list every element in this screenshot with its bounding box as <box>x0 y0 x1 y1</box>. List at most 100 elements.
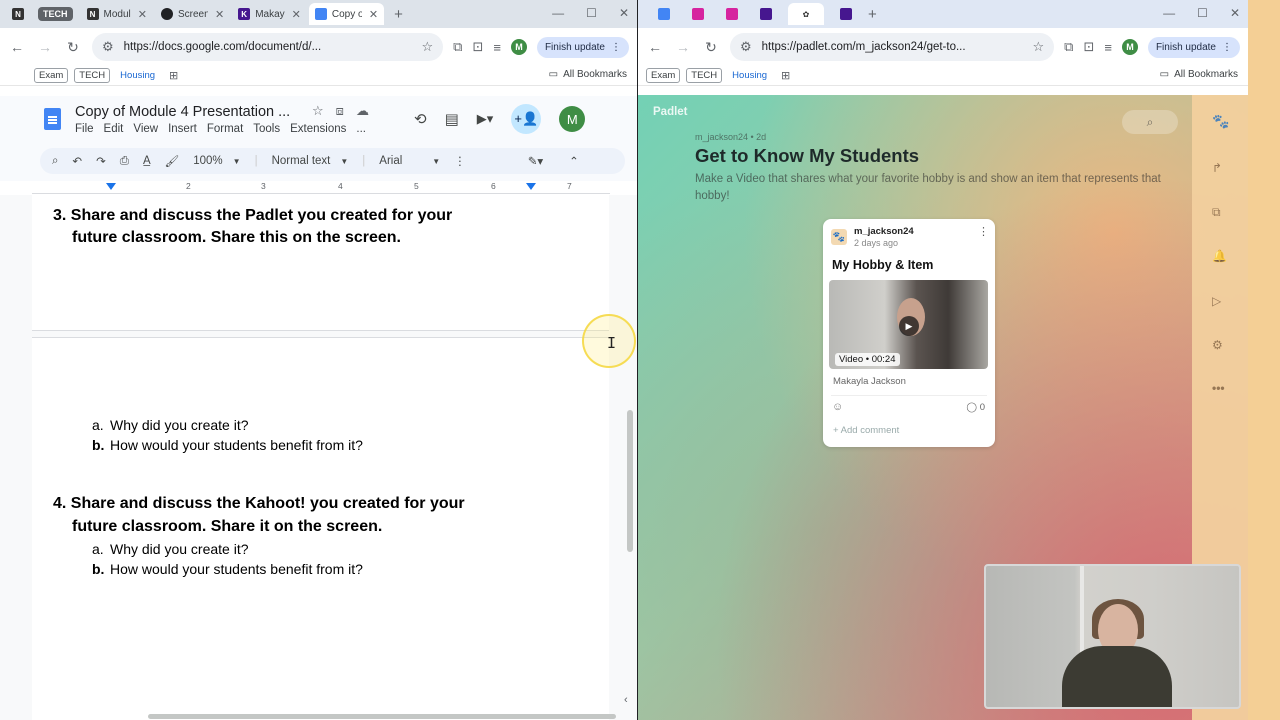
all-bookmarks[interactable]: ▭ All Bookmarks <box>1160 69 1238 80</box>
maximize-icon[interactable]: ☐ <box>1197 6 1208 20</box>
chevron-left-icon[interactable]: ‹ <box>624 694 628 706</box>
slideshow-icon[interactable]: ▷ <box>1212 294 1221 308</box>
menu-insert[interactable]: Insert <box>168 123 197 135</box>
media-icon[interactable]: ≡ <box>493 40 501 55</box>
paint-format-icon[interactable]: 🖌 <box>165 154 180 168</box>
horizontal-scrollbar[interactable] <box>148 714 616 719</box>
screenshot-icon[interactable]: ⊡ <box>1083 39 1094 55</box>
menu-view[interactable]: View <box>133 123 158 135</box>
new-tab-button[interactable]: + <box>868 6 877 23</box>
all-bookmarks[interactable]: ▭ All Bookmarks <box>549 69 627 80</box>
apps-grid-icon[interactable]: ⊞ <box>781 69 790 82</box>
finish-update-button[interactable]: Finish update ⋮ <box>536 36 629 58</box>
horizontal-ruler[interactable]: 2 3 4 5 6 7 <box>32 180 610 194</box>
padlet-post[interactable]: 🐾 m_jackson24 2 days ago ⋮ My Hobby & It… <box>823 219 995 447</box>
spellcheck-icon[interactable]: A̲ <box>143 155 151 167</box>
tab-screencast[interactable]: Screen ✕ <box>155 3 230 25</box>
tab-instagram[interactable] <box>686 3 710 25</box>
tab-notion[interactable]: N <box>6 3 30 25</box>
document-title[interactable]: Copy of Module 4 Presentation ... <box>75 104 290 120</box>
font-select[interactable]: Arial ▼ <box>379 155 440 167</box>
post-menu-icon[interactable]: ⋮ <box>978 225 989 238</box>
share-icon[interactable]: ↱ <box>1212 161 1222 175</box>
tab-instagram-2[interactable] <box>720 3 744 25</box>
minimize-icon[interactable]: — <box>1163 6 1175 20</box>
site-settings-icon[interactable]: ⚙ <box>102 39 114 55</box>
address-bar[interactable]: ⚙ https://padlet.com/m_jackson24/get-to.… <box>730 33 1055 61</box>
profile-avatar[interactable]: M <box>1121 39 1138 55</box>
zoom-select[interactable]: 100% ▼ <box>193 155 240 167</box>
extensions-icon[interactable]: ⧉ <box>453 39 462 55</box>
tab-kahoot[interactable]: K Makay ✕ <box>232 3 307 25</box>
close-icon[interactable]: ✕ <box>138 8 147 21</box>
tab-module[interactable]: N Modul ✕ <box>81 3 153 25</box>
bookmark-housing[interactable]: Housing <box>116 69 159 82</box>
close-window-icon[interactable]: ✕ <box>619 6 629 20</box>
comment-count[interactable]: ◯ 0 <box>966 402 985 413</box>
left-indent-marker[interactable] <box>106 183 116 190</box>
back-icon[interactable]: ← <box>8 39 26 55</box>
style-select[interactable]: Normal text ▼ <box>272 155 349 167</box>
tab-kahoot[interactable] <box>754 3 778 25</box>
bell-icon[interactable]: 🔔 <box>1212 249 1227 263</box>
collapse-menus-icon[interactable]: ⌃ <box>569 154 579 168</box>
profile-avatar[interactable]: M <box>510 39 527 55</box>
reload-icon[interactable]: ↻ <box>64 39 82 56</box>
undo-icon[interactable]: ↶ <box>72 154 82 168</box>
account-avatar[interactable]: M <box>559 106 586 132</box>
menu-more[interactable]: ... <box>356 123 366 135</box>
print-icon[interactable]: ⎙ <box>120 155 129 168</box>
comments-icon[interactable]: ▤ <box>445 110 459 128</box>
menu-edit[interactable]: Edit <box>104 123 124 135</box>
move-folder-icon[interactable]: ⧈ <box>336 103 344 119</box>
minimize-icon[interactable]: — <box>552 6 564 20</box>
padlet-search-button[interactable]: ⌕ <box>1122 110 1178 134</box>
star-icon[interactable]: ☆ <box>312 103 324 119</box>
bookmark-exam[interactable]: Exam <box>34 68 69 83</box>
tab-kahoot-2[interactable] <box>834 3 858 25</box>
menu-tools[interactable]: Tools <box>253 123 280 135</box>
maximize-icon[interactable]: ☐ <box>586 6 597 20</box>
finish-update-button[interactable]: Finish update ⋮ <box>1147 36 1240 58</box>
vertical-scrollbar[interactable] <box>627 410 633 552</box>
cloud-status-icon[interactable]: ☁ <box>356 103 369 119</box>
redo-icon[interactable]: ↷ <box>96 154 106 168</box>
media-icon[interactable]: ≡ <box>1104 40 1112 55</box>
tab-docs[interactable] <box>652 3 676 25</box>
apps-grid-icon[interactable]: ⊞ <box>169 69 178 82</box>
tab-tech[interactable]: TECH <box>32 3 79 25</box>
menu-extensions[interactable]: Extensions <box>290 123 346 135</box>
new-tab-button[interactable]: + <box>394 6 403 23</box>
add-reaction-icon[interactable]: ☺ <box>832 401 843 413</box>
padlet-avatar-icon[interactable]: 🐾 <box>1212 113 1229 130</box>
document-page[interactable]: a. Why did you create it? b. How would you… <box>32 337 609 720</box>
address-bar[interactable]: ⚙ https://docs.google.com/document/d/...… <box>92 33 444 61</box>
play-icon[interactable]: ▶ <box>899 316 919 336</box>
close-window-icon[interactable]: ✕ <box>1230 6 1240 20</box>
bookmark-tech[interactable]: TECH <box>74 68 111 83</box>
right-indent-marker[interactable] <box>526 183 536 190</box>
bookmark-housing[interactable]: Housing <box>728 69 771 82</box>
share-button[interactable]: +👤 <box>511 104 542 134</box>
docs-logo-icon[interactable] <box>44 108 61 130</box>
close-icon[interactable]: ✕ <box>369 8 378 21</box>
add-comment-input[interactable]: + Add comment <box>833 425 899 436</box>
tab-padlet[interactable]: ✿ <box>788 3 824 25</box>
document-page[interactable]: 3. Share and discuss the Padlet you crea… <box>32 195 609 331</box>
more-tools-icon[interactable]: ⋮ <box>454 154 466 168</box>
document-canvas[interactable]: 3. Share and discuss the Padlet you crea… <box>0 195 637 720</box>
screenshot-icon[interactable]: ⊡ <box>472 39 483 55</box>
reload-icon[interactable]: ↻ <box>702 39 720 56</box>
editing-mode-icon[interactable]: ✎▾ <box>528 154 543 168</box>
menu-format[interactable]: Format <box>207 123 243 135</box>
bookmark-star-icon[interactable]: ☆ <box>1033 39 1045 55</box>
remake-icon[interactable]: ⧉ <box>1212 205 1221 220</box>
forward-icon[interactable]: → <box>36 39 54 55</box>
padlet-logo[interactable]: Padlet <box>653 106 688 118</box>
site-settings-icon[interactable]: ⚙ <box>740 39 752 55</box>
video-thumbnail[interactable]: ▶ Video • 00:24 <box>829 280 988 369</box>
bookmark-star-icon[interactable]: ☆ <box>422 39 434 55</box>
close-icon[interactable]: ✕ <box>292 8 301 21</box>
bookmark-exam[interactable]: Exam <box>646 68 681 83</box>
close-icon[interactable]: ✕ <box>215 8 224 21</box>
